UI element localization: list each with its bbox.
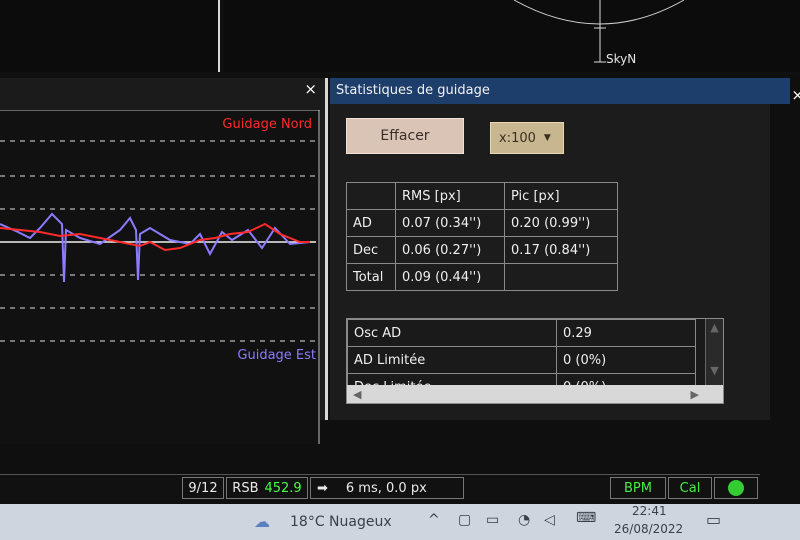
snr-value: 452.9 — [264, 480, 302, 496]
top-left-pane — [0, 0, 220, 72]
windows-taskbar: ☁ 18°C Nuageux ^ ▢ ▭ ◔ ◁ ⌨ 22:41 26/08/2… — [0, 504, 800, 540]
close-icon[interactable]: × — [791, 86, 800, 104]
weather-text[interactable]: 18°C Nuageux — [290, 514, 392, 530]
wifi-icon[interactable]: ◔ — [518, 512, 530, 528]
sky-north-label: SkyN — [606, 52, 637, 66]
details-list[interactable]: Osc AD 0.29 AD Limitée 0 (0%) Dec Limité… — [346, 318, 724, 404]
target-view-pane — [224, 0, 800, 72]
stats-title: Statistiques de guidage — [336, 83, 490, 98]
table-header-cell — [346, 182, 396, 210]
table-cell: 0.20 (0.99'') — [504, 209, 618, 237]
close-icon[interactable]: × — [304, 80, 317, 98]
list-item: AD Limitée 0 (0%) — [347, 346, 696, 374]
vertical-scrollbar[interactable]: ▲ ▼ — [705, 319, 723, 385]
weather-icon[interactable]: ☁ — [254, 512, 270, 531]
cal-indicator: Cal — [668, 477, 712, 499]
meet-icon[interactable]: ▢ — [458, 512, 471, 528]
list-item: Osc AD 0.29 — [347, 319, 696, 347]
chevron-right-icon[interactable]: ▶ — [691, 388, 699, 401]
status-led — [714, 477, 758, 499]
chevron-up-icon[interactable]: ▲ — [706, 321, 723, 334]
battery-icon[interactable]: ▭ — [486, 512, 499, 528]
table-cell — [504, 263, 618, 291]
table-cell: 0.17 (0.84'') — [504, 236, 618, 264]
zoom-select[interactable]: x:100 ▼ — [490, 122, 564, 154]
frame-counter: 9/12 — [182, 477, 224, 499]
zoom-value: x:100 — [499, 130, 536, 146]
arrow-right-icon: ➡ — [317, 480, 328, 496]
guide-graph-panel: × Guidage Nord Guidage Est — [0, 78, 328, 444]
guide-stats-panel: Statistiques de guidage × Effacer x:100 … — [330, 78, 800, 420]
table-row: Dec 0.06 (0.27'') 0.17 (0.84'') — [346, 236, 618, 264]
detail-value: 0 (0%) — [556, 346, 696, 374]
top-area: SkyN — [0, 0, 800, 76]
target-circle-graphic — [513, 0, 685, 63]
legend-east: Guidage Est — [237, 348, 316, 363]
table-header-cell: RMS [px] — [395, 182, 505, 210]
table-header-row: RMS [px] Pic [px] — [346, 182, 618, 210]
detail-label: AD Limitée — [347, 346, 557, 374]
graph-titlebar: × — [0, 78, 325, 102]
legend-north: Guidage Nord — [222, 117, 312, 132]
chevron-left-icon[interactable]: ◀ — [353, 388, 361, 401]
status-bar: 9/12 RSB 452.9 ➡ 6 ms, 0.0 px BPM Cal — [0, 474, 760, 500]
table-cell: Total — [346, 263, 396, 291]
clock-time[interactable]: 22:41 — [632, 504, 667, 518]
volume-icon[interactable]: ◁ — [544, 512, 555, 528]
table-cell: 0.09 (0.44'') — [395, 263, 505, 291]
snr-label: RSB — [232, 480, 259, 496]
detail-value: 0.29 — [556, 319, 696, 347]
table-row: Total 0.09 (0.44'') — [346, 263, 618, 291]
notification-icon[interactable]: ▭ — [706, 510, 721, 529]
detail-label: Osc AD — [347, 319, 557, 347]
table-cell: Dec — [346, 236, 396, 264]
table-cell: 0.07 (0.34'') — [395, 209, 505, 237]
green-dot-icon — [728, 480, 744, 496]
table-header-cell: Pic [px] — [504, 182, 618, 210]
table-cell: AD — [346, 209, 396, 237]
stats-table: RMS [px] Pic [px] AD 0.07 (0.34'') 0.20 … — [346, 182, 618, 291]
chevron-up-icon[interactable]: ^ — [428, 512, 440, 528]
clear-button[interactable]: Effacer — [346, 118, 464, 154]
chevron-down-icon[interactable]: ▼ — [706, 364, 723, 377]
stats-titlebar: Statistiques de guidage × — [330, 78, 800, 104]
clock-date[interactable]: 26/08/2022 — [614, 522, 683, 536]
table-cell: 0.06 (0.27'') — [395, 236, 505, 264]
snr-display: RSB 452.9 — [226, 477, 308, 499]
table-row: AD 0.07 (0.34'') 0.20 (0.99'') — [346, 209, 618, 237]
bpm-indicator: BPM — [610, 477, 666, 499]
guide-info-text: 6 ms, 0.0 px — [345, 480, 427, 496]
keyboard-icon[interactable]: ⌨ — [576, 510, 596, 526]
guide-graph-canvas: Guidage Nord Guidage Est — [0, 110, 320, 444]
guide-info: ➡ 6 ms, 0.0 px — [310, 477, 464, 499]
chevron-down-icon: ▼ — [543, 133, 551, 143]
horizontal-scrollbar[interactable]: ◀ ▶ — [347, 385, 723, 403]
